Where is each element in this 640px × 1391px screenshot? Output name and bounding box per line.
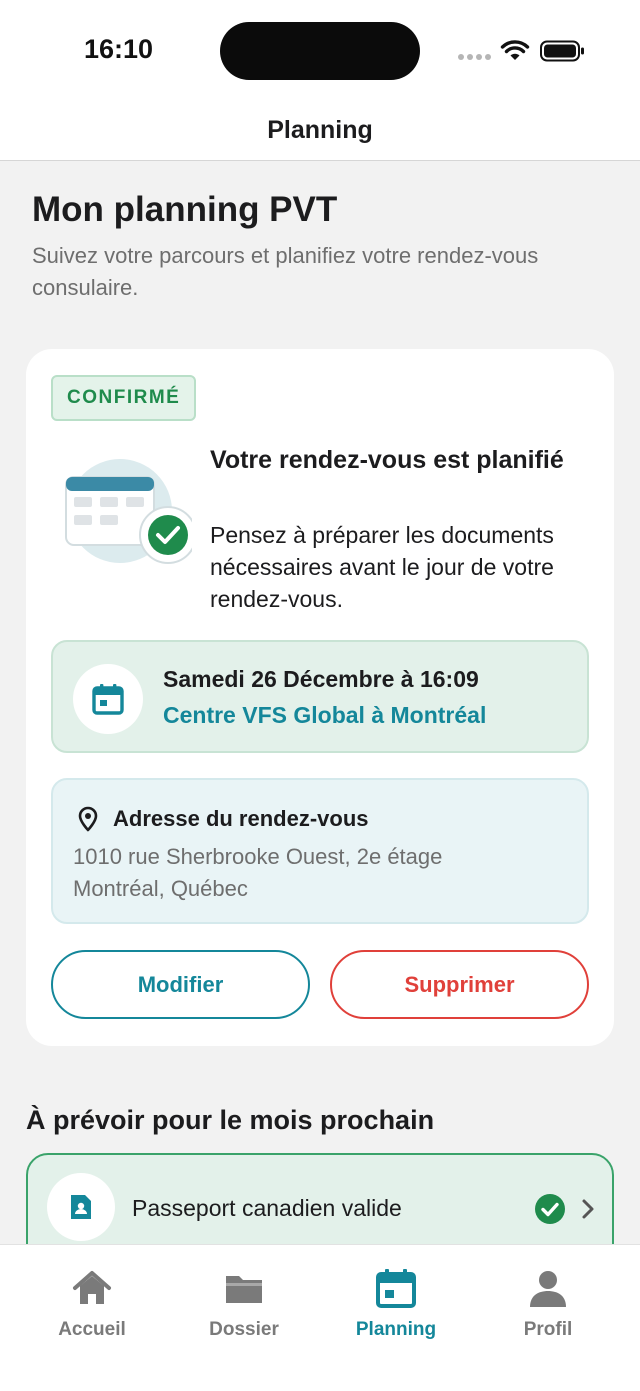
chevron-right-icon	[582, 1199, 594, 1219]
tab-label: Accueil	[58, 1319, 126, 1340]
dynamic-island	[220, 22, 420, 80]
appointment-card: CONFIRMÉ Votre rendez-vous est planifié …	[26, 349, 614, 1046]
person-icon	[530, 1271, 566, 1307]
wifi-icon	[500, 40, 530, 60]
tab-accueil[interactable]: Accueil	[12, 1245, 172, 1355]
home-icon	[73, 1271, 111, 1304]
id-document-icon	[71, 1195, 91, 1219]
doc-icon-container	[47, 1173, 115, 1241]
battery-icon	[540, 40, 584, 62]
folder-icon	[226, 1276, 262, 1303]
tab-label: Profil	[523, 1319, 573, 1340]
cellular-signal-icon	[458, 54, 491, 60]
appointment-date-box[interactable]: Samedi 26 Décembre à 16:09 Centre VFS Gl…	[51, 640, 589, 753]
tab-dossier[interactable]: Dossier	[164, 1245, 324, 1355]
tab-label: Planning	[355, 1319, 437, 1340]
calendar-icon	[376, 1269, 416, 1308]
page-subtitle: Suivez votre parcours et planifiez votre…	[32, 243, 539, 300]
delete-button[interactable]: Supprimer	[330, 950, 589, 1019]
tab-profil[interactable]: Profil	[468, 1245, 628, 1355]
confirmation-message: Pensez à préparer les documents nécessai…	[210, 522, 554, 612]
address-line-2: Montréal, Québec	[73, 876, 248, 901]
status-badge: CONFIRMÉ	[51, 375, 197, 421]
tab-planning[interactable]: Planning	[316, 1245, 476, 1355]
address-line-1: 1010 rue Sherbrooke Ouest, 2e étage	[73, 844, 443, 869]
page-title: Mon planning PVT	[32, 190, 338, 229]
appointment-datetime: Samedi 26 Décembre à 16:09	[163, 666, 479, 692]
checklist-item-label: Passeport canadien valide	[132, 1195, 402, 1221]
calendar-icon	[92, 684, 124, 715]
location-pin-icon	[78, 806, 98, 832]
next-month-title: À prévoir pour le mois prochain	[26, 1105, 435, 1135]
status-bar: 16:10	[0, 0, 640, 100]
appointment-address-box: Adresse du rendez-vous 1010 rue Sherbroo…	[51, 778, 589, 924]
check-circle-icon	[535, 1194, 565, 1224]
tab-label: Dossier	[209, 1319, 279, 1340]
appointment-center-link[interactable]: Centre VFS Global à Montréal	[163, 702, 486, 729]
modify-button[interactable]: Modifier	[51, 950, 310, 1019]
navigation-header: Planning	[0, 100, 640, 161]
tab-bar: Accueil Dossier Planning Profil	[0, 1244, 640, 1391]
calendar-confirmed-icon	[65, 459, 192, 564]
confirmation-heading: Votre rendez-vous est planifié	[210, 446, 564, 474]
header-title: Planning	[267, 116, 373, 144]
date-icon-container	[73, 664, 143, 734]
status-time: 16:10	[84, 34, 154, 64]
address-title: Adresse du rendez-vous	[113, 806, 369, 831]
